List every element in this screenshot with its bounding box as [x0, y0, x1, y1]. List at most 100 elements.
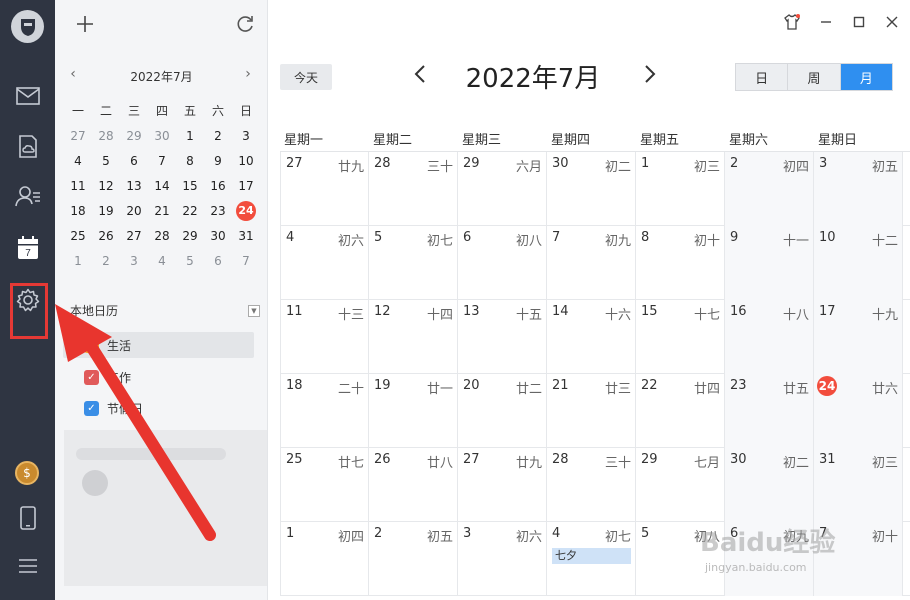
mini-day[interactable]: 28 — [92, 123, 120, 148]
mini-day-today[interactable]: 24 — [232, 198, 260, 223]
mini-day[interactable]: 3 — [120, 248, 148, 273]
view-tab[interactable]: 月 — [840, 64, 892, 90]
sync-button[interactable] — [233, 12, 257, 36]
day-cell[interactable]: 29 七月 — [636, 448, 725, 522]
calendar-item[interactable]: ✓ 生活 — [63, 332, 254, 358]
mobile-button[interactable] — [0, 498, 55, 538]
checkbox-icon[interactable]: ✓ — [84, 369, 99, 385]
day-cell[interactable]: 1 初四 — [280, 522, 369, 596]
maximize-button[interactable] — [849, 12, 869, 32]
day-cell[interactable]: 7 初九 — [547, 226, 636, 300]
day-cell[interactable]: 20 廿二 — [458, 374, 547, 448]
mini-day[interactable]: 29 — [176, 223, 204, 248]
mini-day[interactable]: 3 — [232, 123, 260, 148]
mini-day[interactable]: 18 — [64, 198, 92, 223]
day-cell[interactable]: 25 廿七 — [280, 448, 369, 522]
mini-day[interactable]: 7 — [148, 148, 176, 173]
mini-day[interactable]: 7 — [232, 248, 260, 273]
contacts-button[interactable] — [0, 176, 55, 216]
day-cell[interactable]: 29 六月 — [458, 152, 547, 226]
mini-day[interactable]: 20 — [120, 198, 148, 223]
mini-day[interactable]: 5 — [176, 248, 204, 273]
day-cell[interactable]: 6 初八 — [458, 226, 547, 300]
checkbox-icon[interactable]: ✓ — [84, 337, 99, 353]
mini-day[interactable]: 4 — [64, 148, 92, 173]
mini-day[interactable]: 26 — [92, 223, 120, 248]
notes-button[interactable] — [0, 127, 55, 167]
day-cell[interactable]: 2 初四 — [725, 152, 814, 226]
calendar-item[interactable]: ✓ 工作 — [63, 364, 254, 390]
mini-day[interactable]: 27 — [120, 223, 148, 248]
day-cell[interactable]: 16 十八 — [725, 300, 814, 374]
day-cell[interactable]: 1 初三 — [636, 152, 725, 226]
mini-day[interactable]: 19 — [92, 198, 120, 223]
view-tab[interactable]: 周 — [788, 64, 841, 90]
prev-month-button[interactable] — [410, 62, 430, 90]
mini-day[interactable]: 17 — [232, 173, 260, 198]
day-cell[interactable]: 23 廿五 — [725, 374, 814, 448]
mail-button[interactable] — [0, 76, 55, 116]
day-cell[interactable]: 17 十九 — [814, 300, 903, 374]
view-tab[interactable]: 日 — [736, 64, 789, 90]
mini-day[interactable]: 2 — [92, 248, 120, 273]
day-cell[interactable]: 5 初七 — [369, 226, 458, 300]
close-button[interactable] — [882, 12, 902, 32]
mini-day[interactable]: 12 — [92, 173, 120, 198]
mini-day[interactable]: 30 — [204, 223, 232, 248]
mini-next-month[interactable]: › — [238, 66, 258, 82]
mini-day[interactable]: 16 — [204, 173, 232, 198]
next-month-button[interactable] — [640, 62, 660, 90]
day-cell[interactable]: 30 初二 — [547, 152, 636, 226]
day-cell[interactable]: 12 十四 — [369, 300, 458, 374]
today-button[interactable]: 今天 — [280, 64, 332, 90]
day-cell[interactable]: 27 廿九 — [458, 448, 547, 522]
day-cell[interactable]: 30 初二 — [725, 448, 814, 522]
day-cell[interactable]: 24 廿六 — [814, 374, 903, 448]
mini-day[interactable]: 8 — [176, 148, 204, 173]
day-cell[interactable]: 26 廿八 — [369, 448, 458, 522]
mini-day[interactable]: 10 — [232, 148, 260, 173]
minimize-button[interactable] — [816, 12, 836, 32]
mini-day[interactable]: 9 — [204, 148, 232, 173]
mini-day[interactable]: 2 — [204, 123, 232, 148]
mini-day[interactable]: 25 — [64, 223, 92, 248]
day-cell[interactable]: 28 三十 — [547, 448, 636, 522]
day-cell[interactable]: 11 十三 — [280, 300, 369, 374]
day-cell[interactable]: 4 初七 七夕 — [547, 522, 636, 596]
mini-day[interactable]: 31 — [232, 223, 260, 248]
mini-day[interactable]: 5 — [92, 148, 120, 173]
mini-day[interactable]: 11 — [64, 173, 92, 198]
day-cell[interactable]: 9 十一 — [725, 226, 814, 300]
mini-day[interactable]: 15 — [176, 173, 204, 198]
mini-day[interactable]: 30 — [148, 123, 176, 148]
mini-day[interactable]: 21 — [148, 198, 176, 223]
mini-day[interactable]: 6 — [120, 148, 148, 173]
day-cell[interactable]: 3 初五 — [814, 152, 903, 226]
skin-button[interactable] — [782, 12, 802, 32]
day-cell[interactable]: 4 初六 — [280, 226, 369, 300]
day-cell[interactable]: 15 十七 — [636, 300, 725, 374]
day-cell[interactable]: 2 初五 — [369, 522, 458, 596]
day-cell[interactable]: 18 二十 — [280, 374, 369, 448]
day-cell[interactable]: 27 廿九 — [280, 152, 369, 226]
section-dropdown-button[interactable]: ▼ — [248, 305, 260, 317]
event-chip[interactable]: 七夕 — [552, 548, 631, 564]
mini-day[interactable]: 28 — [148, 223, 176, 248]
calendar-item[interactable]: ✓ 节假日 — [63, 395, 254, 421]
checkbox-icon[interactable]: ✓ — [84, 400, 99, 416]
mini-day[interactable]: 6 — [204, 248, 232, 273]
mini-day[interactable]: 1 — [176, 123, 204, 148]
day-cell[interactable]: 28 三十 — [369, 152, 458, 226]
day-cell[interactable]: 8 初十 — [636, 226, 725, 300]
day-cell[interactable]: 13 十五 — [458, 300, 547, 374]
day-cell[interactable]: 21 廿三 — [547, 374, 636, 448]
calendar-nav-button[interactable]: 7 — [0, 228, 55, 268]
mini-day[interactable]: 29 — [120, 123, 148, 148]
mini-day[interactable]: 23 — [204, 198, 232, 223]
add-event-button[interactable] — [73, 12, 97, 36]
day-cell[interactable]: 14 十六 — [547, 300, 636, 374]
menu-button[interactable] — [0, 546, 55, 586]
mini-day[interactable]: 13 — [120, 173, 148, 198]
coin-button[interactable]: $ — [15, 461, 39, 485]
app-logo[interactable] — [11, 10, 44, 43]
